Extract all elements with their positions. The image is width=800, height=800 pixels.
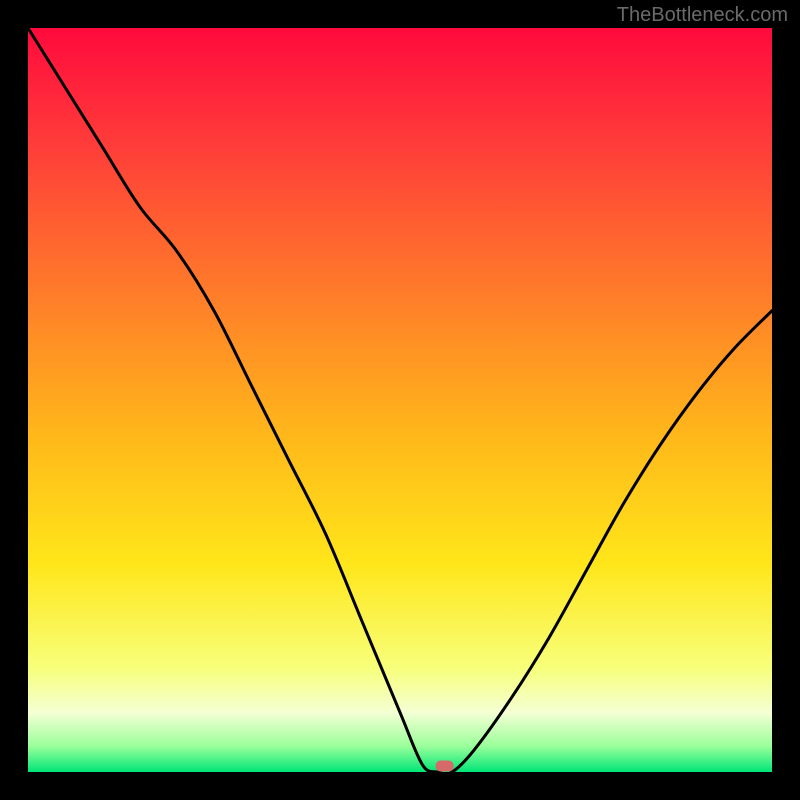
watermark-label: TheBottleneck.com	[617, 4, 788, 27]
optimal-marker	[436, 761, 454, 772]
gradient-background	[28, 28, 772, 772]
chart-frame: TheBottleneck.com	[0, 0, 800, 800]
bottleneck-chart	[28, 28, 772, 772]
plot-area	[28, 28, 772, 772]
